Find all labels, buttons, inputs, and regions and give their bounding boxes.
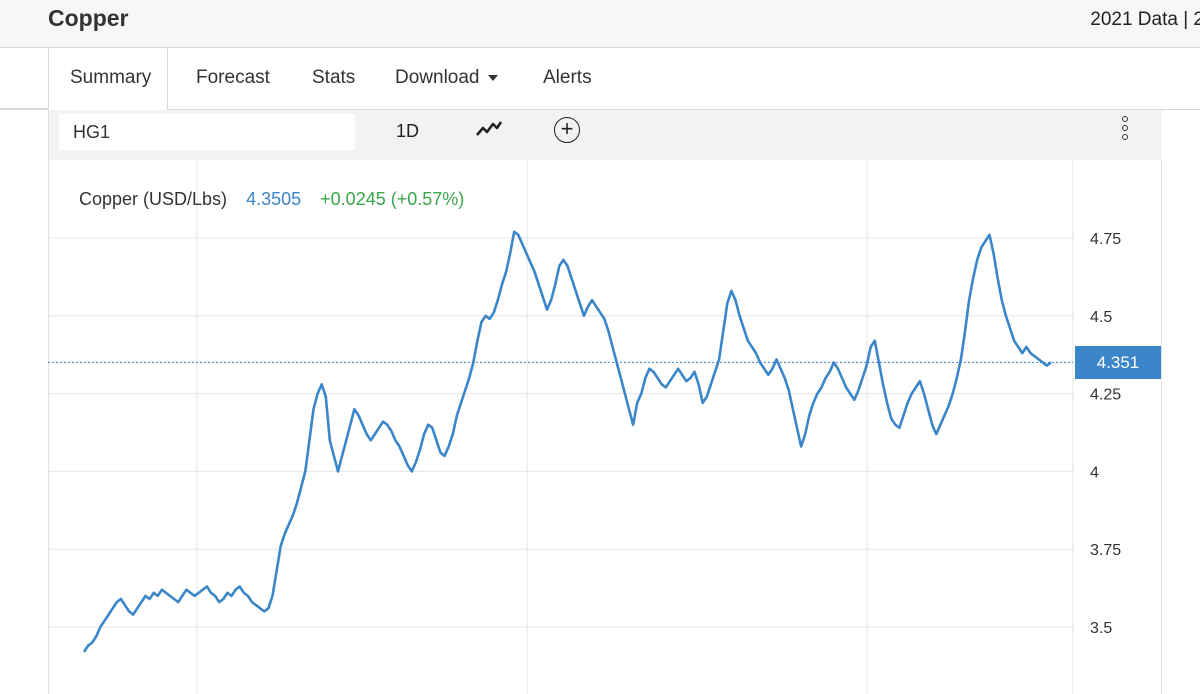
legend-change: +0.0245 (+0.57%) xyxy=(320,189,465,209)
y-tick-label: 4.25 xyxy=(1090,387,1121,404)
price-series-line xyxy=(82,230,1052,653)
legend-price: 4.3505 xyxy=(246,189,302,209)
y-tick-label: 4.75 xyxy=(1090,231,1121,248)
legend-name: Copper (USD/Lbs) xyxy=(79,189,228,209)
y-tick-label: 4.5 xyxy=(1090,309,1112,326)
current-price-badge: 4.351 xyxy=(1075,346,1161,379)
y-tick-label: 3.75 xyxy=(1090,542,1121,559)
y-tick-label: 4 xyxy=(1090,464,1099,481)
y-tick-label: 3.5 xyxy=(1090,620,1112,637)
chart-legend: Copper (USD/Lbs) 4.3505 +0.0245 (+0.57%) xyxy=(79,189,478,210)
price-chart: 3.5 3.75 4 4.25 4.5 4.75 xyxy=(48,160,1121,694)
